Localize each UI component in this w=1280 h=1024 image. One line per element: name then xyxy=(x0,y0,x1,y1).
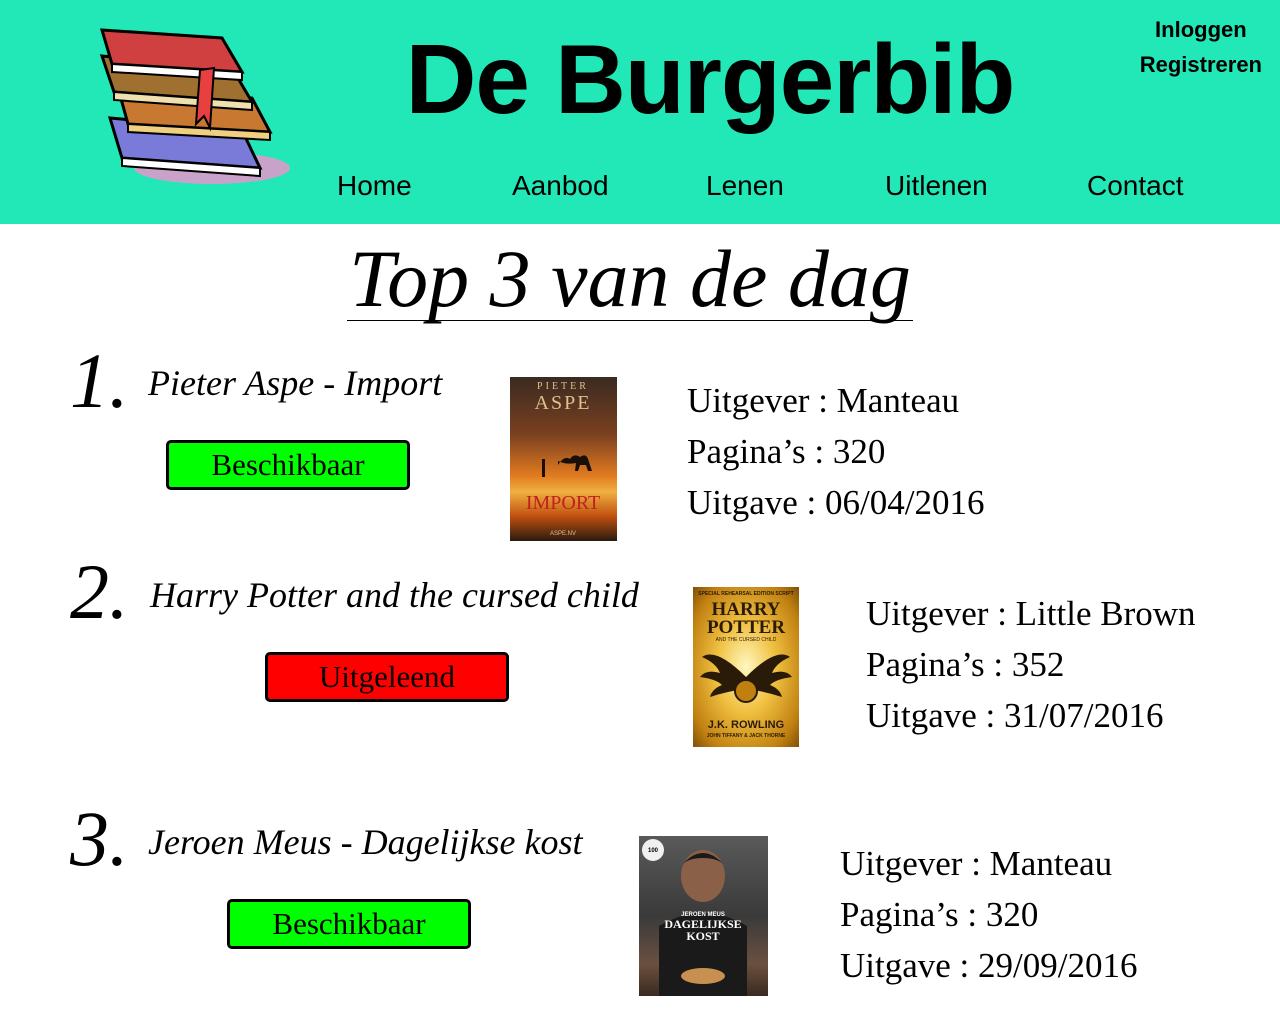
nav-item-home[interactable]: Home xyxy=(337,170,412,202)
status-button-available[interactable]: Beschikbaar xyxy=(227,899,471,949)
book-stack-icon xyxy=(99,28,290,184)
svg-text:KOST: KOST xyxy=(686,929,719,943)
svg-text:AND THE CURSED CHILD: AND THE CURSED CHILD xyxy=(716,637,777,643)
rank-number: 1. xyxy=(70,337,129,424)
cover-art: PIETER ASPE IMPORT ASPE.NV xyxy=(526,381,600,537)
svg-text:100: 100 xyxy=(648,848,659,854)
cover-art: 100 JEROEN MEUS DAGELIJKSE KOST xyxy=(642,839,747,996)
svg-text:J.K. ROWLING: J.K. ROWLING xyxy=(708,719,784,731)
register-link[interactable]: Registreren xyxy=(1140,47,1262,82)
cover-art: SPECIAL REHEARSAL EDITION SCRIPT HARRY P… xyxy=(698,591,793,739)
rank-number: 3. xyxy=(70,795,129,882)
status-button-lent[interactable]: Uitgeleend xyxy=(265,652,509,702)
book-info: Uitgever : Manteau Pagina’s : 320 Uitgav… xyxy=(687,375,984,528)
book-info: Uitgever : Manteau Pagina’s : 320 Uitgav… xyxy=(840,838,1137,991)
book-title[interactable]: Jeroen Meus - Dagelijkse kost xyxy=(148,821,583,863)
release-date: Uitgave : 06/04/2016 xyxy=(687,483,985,522)
nav-item-aanbod[interactable]: Aanbod xyxy=(512,170,609,202)
svg-text:PIETER: PIETER xyxy=(537,381,589,392)
status-button-available[interactable]: Beschikbaar xyxy=(166,440,410,490)
publisher: Uitgever : Little Brown xyxy=(866,594,1196,633)
page-heading-text: Top 3 van de dag xyxy=(347,233,913,324)
page-count: Pagina’s : 320 xyxy=(840,895,1039,934)
nav-item-lenen[interactable]: Lenen xyxy=(706,170,784,202)
site-title: De Burgerbib xyxy=(405,24,1016,134)
book-cover-dagelijkse-kost[interactable]: 100 JEROEN MEUS DAGELIJKSE KOST xyxy=(639,836,768,996)
auth-links: Inloggen Registreren xyxy=(1140,12,1262,82)
nav-item-uitlenen[interactable]: Uitlenen xyxy=(885,170,988,202)
book-title[interactable]: Harry Potter and the cursed child xyxy=(150,574,639,616)
site-header: De Burgerbib Inloggen Registreren Home A… xyxy=(0,0,1280,224)
svg-text:SPECIAL REHEARSAL EDITION SCRI: SPECIAL REHEARSAL EDITION SCRIPT xyxy=(698,591,793,597)
book-cover-harry-potter[interactable]: SPECIAL REHEARSAL EDITION SCRIPT HARRY P… xyxy=(693,587,799,747)
svg-text:ASPE: ASPE xyxy=(535,392,592,414)
nav-item-contact[interactable]: Contact xyxy=(1087,170,1184,202)
book-info: Uitgever : Little Brown Pagina’s : 352 U… xyxy=(866,588,1196,741)
release-date: Uitgave : 29/09/2016 xyxy=(840,946,1138,985)
publisher: Uitgever : Manteau xyxy=(687,381,960,420)
page-count: Pagina’s : 352 xyxy=(866,645,1065,684)
book-title[interactable]: Pieter Aspe - Import xyxy=(148,362,442,404)
svg-text:IMPORT: IMPORT xyxy=(526,492,600,514)
svg-text:POTTER: POTTER xyxy=(707,617,785,638)
svg-text:JOHN TIFFANY & JACK THORNE: JOHN TIFFANY & JACK THORNE xyxy=(707,733,786,739)
rank-number: 2. xyxy=(70,548,129,635)
svg-text:ASPE.NV: ASPE.NV xyxy=(550,531,576,537)
publisher: Uitgever : Manteau xyxy=(840,844,1113,883)
page-count: Pagina’s : 320 xyxy=(687,432,886,471)
page-heading: Top 3 van de dag xyxy=(0,232,1260,326)
book-cover-import[interactable]: PIETER ASPE IMPORT ASPE.NV xyxy=(510,377,617,541)
release-date: Uitgave : 31/07/2016 xyxy=(866,696,1164,735)
login-link[interactable]: Inloggen xyxy=(1140,12,1262,47)
